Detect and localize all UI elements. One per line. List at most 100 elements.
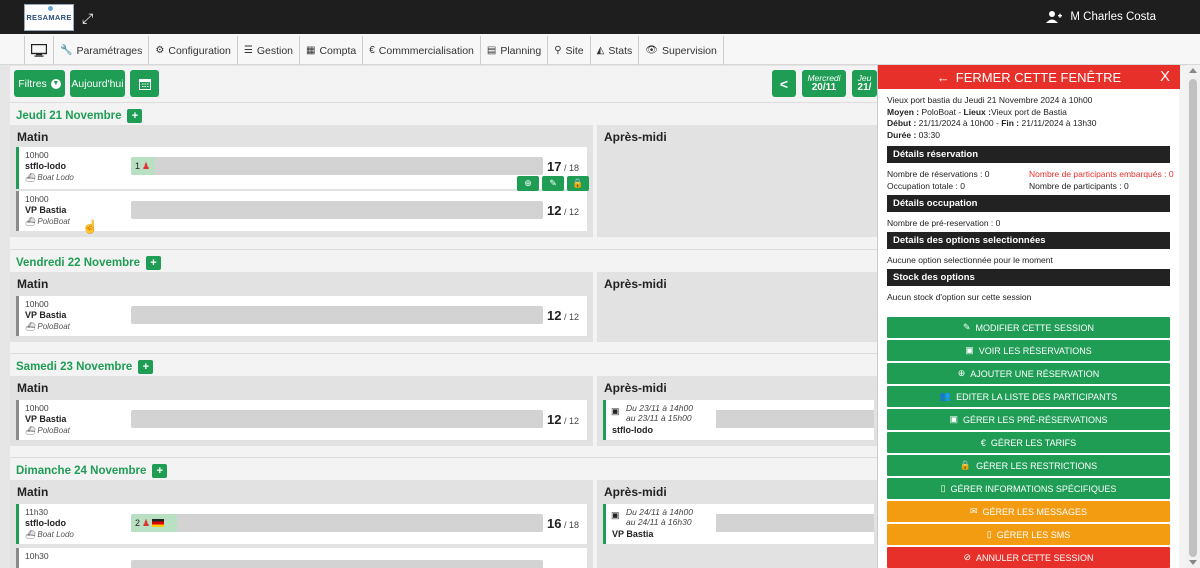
close-icon[interactable]: X [1160,68,1170,85]
lock-icon[interactable]: 🔒 [567,176,589,191]
nb-embarques: Nombre de participants embarqués : 0 [1029,169,1174,179]
vertical-scrollbar[interactable] [1186,65,1200,568]
session-boat: ⛴ Boat Lodo [25,173,74,182]
day-button-thursday[interactable]: Jeu 21/ [852,70,877,97]
chevron-down-circle-icon: ▼ [50,78,61,89]
modify-session-button[interactable]: ✎ Modifier cette session [887,317,1170,338]
calendar-icon: ▣ [965,345,974,355]
add-reservation-button[interactable]: ⊕ Ajouter une réservation [887,363,1170,384]
capacity: 12 / 12 [547,308,579,323]
scroll-down-icon[interactable] [1189,560,1197,565]
menu-item-gestion[interactable]: ☰ Gestion [238,36,300,65]
add-session-button[interactable]: + [146,256,161,270]
list-icon: ☰ [243,45,253,56]
debut-key: Début : [887,118,917,128]
menu-item-stats[interactable]: ◭ Stats [591,36,640,65]
filters-button[interactable]: Filtres ▼ [14,70,65,97]
nb-prereservation: Nombre de pré-reservation : 0 [887,218,1001,228]
today-button[interactable]: Aujourd'hui [70,70,125,97]
column-title: Matin [17,130,49,144]
day-title: Samedi 23 Novembre [16,361,133,373]
manage-specific-info-button[interactable]: ▯ Gérer informations spécifiques [887,478,1170,499]
debut-value: 21/11/2024 à 10h00 - [916,118,1002,128]
menu-item-configuration[interactable]: ⚙ Configuration [149,36,238,65]
menu-item-supervision[interactable]: 👁 Supervision [639,36,724,65]
morning-column: Matin 10h00 VP Bastia ⛴ PoloBoat 12 / 12 [10,272,593,342]
column-title: Matin [17,381,49,395]
edit-icon[interactable]: ✎ [542,176,564,191]
user-menu[interactable]: M Charles Costa [1046,11,1156,23]
afternoon-column: Après-midi ▣ Du 23/11 à 14h00 au 23/11 à … [597,376,880,446]
session-time: 10h00 [25,194,49,204]
session-info: Vieux port bastia du Jeudi 21 Novembre 2… [887,95,1097,141]
lock-icon: 🔒 [959,460,972,470]
menu-item-commercialisation[interactable]: € Commmercialisation [363,36,481,65]
booked-count: 2 [135,518,141,528]
manage-tariffs-button[interactable]: € Gérer les tarifs [887,432,1170,453]
session-time: 10h30 [25,551,49,561]
boat-name: Boat Lodo [37,173,74,182]
day-date: 21/ [857,82,872,93]
action-label: Modifier cette session [975,322,1095,333]
add-session-button[interactable]: + [138,360,154,374]
session-card[interactable]: 10h30 [16,548,587,568]
manage-messages-button[interactable]: ✉ Gérer les messages [887,501,1170,522]
menu-label: Gestion [256,44,293,57]
occupation-bar [131,560,543,568]
section-options: Details des options selectionnées [887,232,1170,249]
resamare-logo[interactable]: RESAMARE [24,4,74,31]
add-session-button[interactable]: + [152,464,168,478]
session-name: stflo-lodo [612,425,653,435]
session-card[interactable]: 10h00 VP Bastia ⛴ PoloBoat 12 / 12 [16,191,587,231]
manage-restrictions-button[interactable]: 🔒 Gérer les restrictions [887,455,1170,476]
capacity-max: / 18 [563,520,579,530]
edit-participants-button[interactable]: 👥 Editer la liste des participants [887,386,1170,407]
manage-sms-button[interactable]: ▯ Gérer les SMS [887,524,1170,545]
today-label: Aujourd'hui [71,77,124,90]
session-name: VP Bastia [25,205,67,215]
scroll-up-icon[interactable] [1189,68,1197,73]
day-title: Jeudi 21 Novembre [16,110,122,122]
menu-item-parametrages[interactable]: 🔧 Paramétrages [54,36,150,65]
day-date: 20/11 [811,82,837,93]
session-card[interactable]: ▣ Du 23/11 à 14h00 au 23/11 à 15h00 stflo… [603,400,874,440]
user-icon: ♟ [142,517,151,528]
no-option-text: Aucune option selectionnée pour le momen… [887,255,1053,265]
day-header: Vendredi 22 Novembre + [16,256,161,270]
day-block: Samedi 23 Novembre + Matin 10h00 VP Basti… [10,353,880,451]
session-name: VP Bastia [25,310,67,320]
scrollbar-thumb[interactable] [1189,79,1197,557]
day-button-wednesday[interactable]: Mercredi 20/11 [802,70,846,97]
session-card[interactable]: 10h00 VP Bastia ⛴ PoloBoat 12 / 12 [16,400,587,440]
occupation-fill: 1 ♟ [131,157,155,175]
close-panel-button[interactable]: ← FERMER CETTE FENÊTRE X [878,65,1180,89]
column-title: Après-midi [604,381,667,395]
session-card[interactable]: ▣ Du 24/11 à 14h00 au 24/11 à 16h30 VP Ba… [603,504,874,544]
top-bar: RESAMARE ⤢ M Charles Costa [0,0,1200,34]
previous-day-button[interactable]: < [772,70,796,97]
menu-item-site[interactable]: ⚲ Site [548,36,591,65]
session-card[interactable]: 11h30 stflo-lodo ⛴ Boat Lodo 2 ♟ 16 / 18 [16,504,587,544]
calendar-button[interactable] [130,70,159,97]
add-session-button[interactable]: + [127,109,143,123]
logo-text: RESAMARE [26,13,72,22]
menu-item-home[interactable] [25,36,54,65]
view-reservations-button[interactable]: ▣ Voir les réservations [887,340,1170,361]
occupation-bar [131,410,543,428]
cancel-session-button[interactable]: ⊘ Annuler cette session [887,547,1170,568]
fullscreen-icon[interactable]: ⤢ [82,11,96,25]
menu-item-compta[interactable]: ▦ Compta [300,36,364,65]
session-dates: Du 24/11 à 14h00 au 24/11 à 16h30 [626,507,693,527]
add-reservation-icon[interactable]: ⊕ [517,176,539,191]
menu-item-planning[interactable]: ▤ Planning [481,36,549,65]
menu-label: Paramétrages [76,44,143,57]
users-icon: 👥 [939,391,952,401]
session-card[interactable]: 10h00 stflo-lodo ⛴ Boat Lodo 1 ♟ 17 / 18 [16,147,587,189]
action-label: Gérer les tarifs [990,437,1077,448]
manage-prereservations-button[interactable]: ▣ Gérer les pré-réservations [887,409,1170,430]
plus-circle-icon: ⊕ [957,368,966,378]
boat-name: PoloBoat [37,217,70,226]
session-card[interactable]: 10h00 VP Bastia ⛴ PoloBoat 12 / 12 [16,296,587,336]
lieux-key: Lieux : [963,106,991,117]
eye-icon: 👁 [645,45,658,56]
